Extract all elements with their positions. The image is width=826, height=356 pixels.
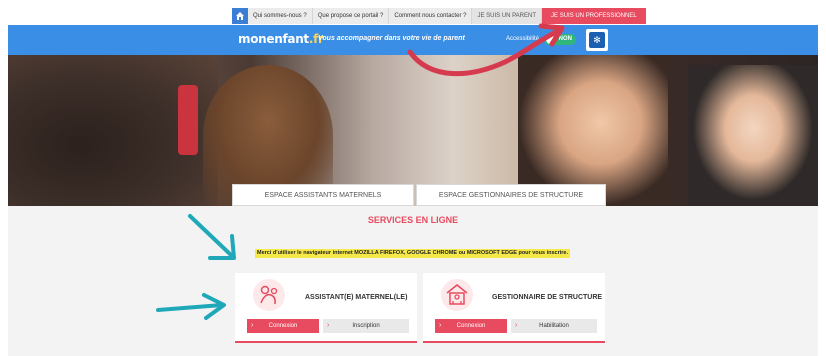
connexion-button[interactable]: › Connexion [435,319,507,333]
card-gestionnaire-structure: GESTIONNAIRE DE STRUCTURE › Connexion › Ha… [423,273,605,343]
accessibility-label: Accessibilité [506,36,540,42]
chevron-right-icon: › [251,322,254,329]
toggle-knob [546,35,555,44]
nav-link-professional[interactable]: JE SUIS UN PROFESSIONNEL [542,8,646,24]
button-label: Connexion [456,323,486,329]
inscription-button[interactable]: › Inscription [323,319,409,333]
toggle-state: NON [558,36,572,42]
card-assistant-maternel: ASSISTANT(E) MATERNEL(LE) › Connexion › In… [235,273,417,343]
accessibility-toggle[interactable]: NON [544,34,576,45]
button-label: Connexion [268,323,298,329]
button-label: Inscription [352,323,380,329]
site-tagline: Vous accompagner dans votre vie de paren… [318,35,465,42]
chevron-right-icon: › [439,322,442,329]
logo-main: monenfant [238,32,309,46]
top-navigation: Qui sommes-nous ? Que propose ce portail… [232,8,646,24]
habilitation-button[interactable]: › Habilitation [511,319,597,333]
services-title: SERVICES EN LIGNE [367,215,459,225]
tab-assistants[interactable]: ESPACE ASSISTANTS MATERNELS [232,184,414,206]
site-header: monenfant.fr Vous accompagner dans votre… [8,25,818,55]
tab-gestionnaires[interactable]: ESPACE GESTIONNAIRES DE STRUCTURE [416,184,606,206]
home-icon [236,12,244,20]
button-label: Habilitation [539,323,569,329]
site-logo[interactable]: monenfant.fr [238,32,324,46]
building-icon [441,279,473,311]
caf-emblem-icon: ✻ [589,32,605,48]
chevron-right-icon: › [327,322,330,329]
nav-link-parent[interactable]: JE SUIS UN PARENT [472,8,543,24]
card-title: ASSISTANT(E) MATERNEL(LE) [305,294,408,301]
nanny-icon [253,279,285,311]
nav-link-about[interactable]: Qui sommes-nous ? [248,8,313,24]
page: Qui sommes-nous ? Que propose ce portail… [0,0,826,356]
hero-photo-scarf [178,85,198,155]
browser-notice: Merci d'utiliser le navigateur internet … [255,249,570,258]
caf-logo[interactable]: ✻ [586,29,608,51]
chevron-right-icon: › [515,322,518,329]
home-button[interactable] [232,8,248,24]
space-tabs: ESPACE ASSISTANTS MATERNELS ESPACE GESTI… [232,184,606,206]
nav-link-portal[interactable]: Que propose ce portail ? [312,8,390,24]
nav-link-contact[interactable]: Comment nous contacter ? [389,8,473,24]
connexion-button[interactable]: › Connexion [247,319,319,333]
card-title: GESTIONNAIRE DE STRUCTURE [492,294,603,301]
hero-photo-baby [688,65,818,206]
